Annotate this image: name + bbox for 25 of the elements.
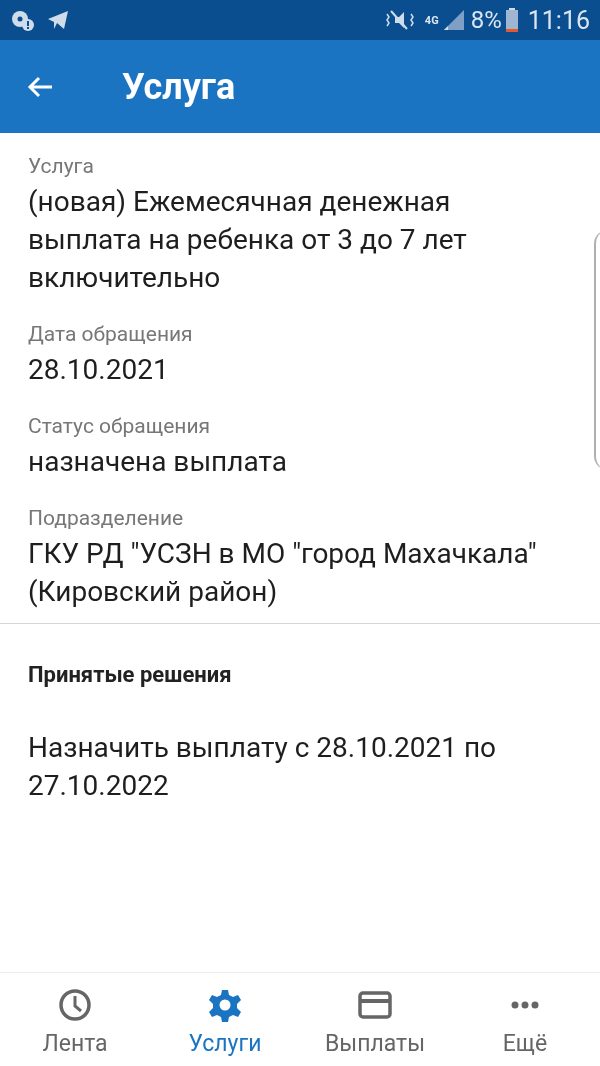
field-label: Дата обращения [28, 321, 194, 348]
section-heading: Принятые решения [28, 661, 233, 689]
field-label: Подразделение [28, 505, 185, 532]
settings-icon [207, 987, 243, 1023]
field-value: 28.10.2021 [28, 352, 170, 388]
battery-percent: 8% [470, 8, 502, 32]
decision-text: Назначить выплату с 28.10.2021 по 27.10.2022 [28, 730, 498, 804]
nav-tab[interactable]: Лента [0, 973, 150, 1066]
field-label: Услуга [28, 153, 95, 180]
back-arrow-icon [26, 74, 54, 99]
battery-icon [505, 8, 518, 32]
clock-time: 11:16 [527, 7, 590, 33]
field-value: ГКУ РД "УСЗН в МО "город Махачкала" (Кировский район) [28, 536, 538, 610]
signal-icon [442, 9, 465, 31]
nav-tab[interactable]: Выплаты [300, 973, 450, 1066]
field-label: Статус обращения [28, 413, 212, 440]
network-type: 4G [424, 14, 439, 26]
alert-icon [10, 8, 36, 32]
screen-title: Услуга [122, 64, 236, 110]
nav-tab[interactable]: Услуги [150, 973, 300, 1066]
nav-tab[interactable]: Ещё [450, 973, 600, 1066]
clock-icon [57, 987, 93, 1023]
paper-plane-icon [46, 9, 70, 31]
field-value: (новая) Ежемесячная денежная выплата на ребенка от 3 до 7 лет включительно [28, 184, 468, 296]
field-value: назначена выплата [28, 444, 288, 480]
